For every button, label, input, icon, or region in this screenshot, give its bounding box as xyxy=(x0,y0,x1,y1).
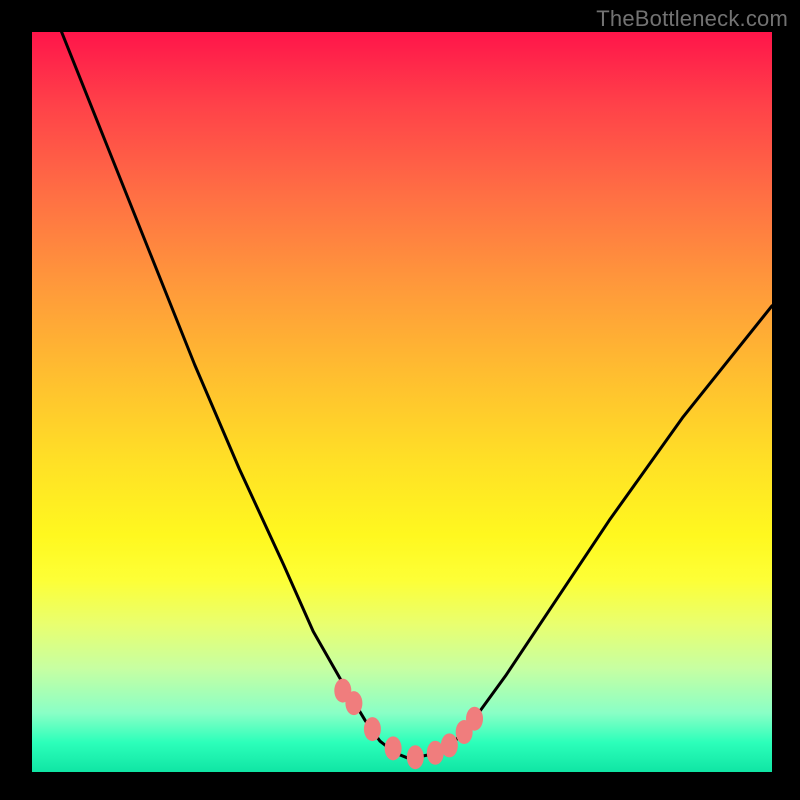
right-curve xyxy=(409,306,772,759)
data-marker xyxy=(364,717,381,741)
chart-frame: TheBottleneck.com xyxy=(0,0,800,800)
data-marker xyxy=(345,691,362,715)
data-marker xyxy=(466,707,483,731)
data-marker xyxy=(407,745,424,769)
data-marker xyxy=(385,736,402,760)
data-marker xyxy=(441,733,458,757)
watermark-text: TheBottleneck.com xyxy=(596,6,788,32)
left-curve xyxy=(62,32,410,759)
plot-area xyxy=(30,30,774,774)
curves-svg xyxy=(32,32,772,772)
